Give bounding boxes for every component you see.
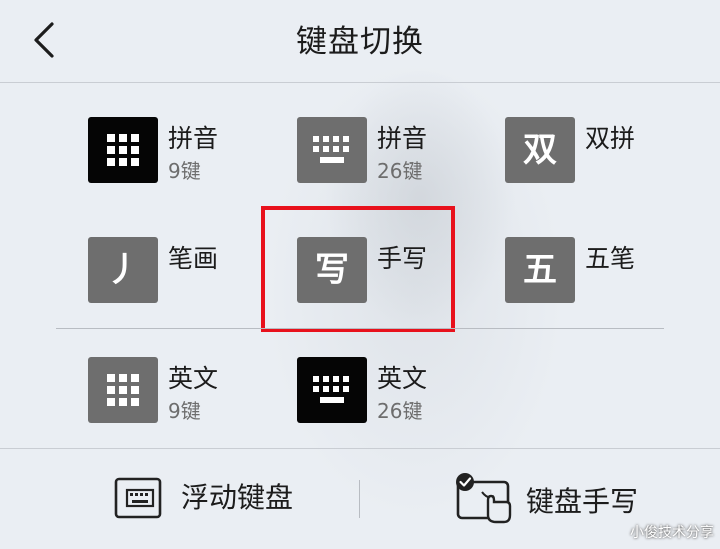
keyboard-option-sublabel: 26键 (377, 159, 423, 183)
keyboard-handwriting-label: 键盘手写 (526, 485, 639, 518)
keyboard-option-sublabel: 26键 (377, 399, 423, 423)
handwriting-icon: 写 (297, 237, 367, 303)
keyboard-option-sublabel: 9键 (168, 159, 201, 183)
grid-9-icon (88, 117, 158, 183)
keyboard-handwriting-button[interactable]: 键盘手写 (452, 470, 652, 526)
keyboard-option-label: 手写 (377, 244, 428, 273)
floating-keyboard-button[interactable]: 浮动键盘 (114, 476, 304, 520)
wubi-icon: 五 (505, 237, 575, 303)
header: 键盘切换 (0, 0, 720, 83)
keyboard-option-label: 双拼 (585, 124, 636, 153)
keyboard-option-english-9[interactable]: 英文 9键 (88, 357, 248, 423)
stroke-icon: 丿 (88, 237, 158, 303)
grid-9-icon (88, 357, 158, 423)
section-divider (56, 328, 664, 329)
keyboard-option-label: 英文 (168, 364, 219, 393)
keyboard-option-label: 笔画 (168, 244, 219, 273)
keyboard-option-pinyin-9[interactable]: 拼音 9键 (88, 117, 248, 183)
keyboard-option-wubi[interactable]: 五 五笔 (505, 237, 665, 303)
keyboard-option-english-26[interactable]: 英文 26键 (297, 357, 457, 423)
keyboard-option-sublabel: 9键 (168, 399, 201, 423)
keyboard-option-label: 五笔 (585, 244, 636, 273)
floating-keyboard-icon (114, 477, 162, 519)
watermark: 小俊技术分享 (630, 525, 714, 541)
bottom-separator (359, 480, 360, 518)
keyboard-26-icon (297, 357, 367, 423)
keyboard-handwriting-icon (456, 473, 512, 524)
keyboard-option-shuangpin[interactable]: 双 双拼 (505, 117, 665, 183)
shuangpin-icon: 双 (505, 117, 575, 183)
keyboard-26-icon (297, 117, 367, 183)
keyboard-option-label: 拼音 (168, 124, 219, 153)
page-title: 键盘切换 (296, 24, 424, 60)
keyboard-option-pinyin-26[interactable]: 拼音 26键 (297, 117, 457, 183)
keyboard-option-label: 英文 (377, 364, 428, 393)
keyboard-option-shouxie[interactable]: 写 手写 (297, 237, 447, 303)
keyboard-option-bihua[interactable]: 丿 笔画 (88, 237, 248, 303)
floating-keyboard-label: 浮动键盘 (181, 481, 294, 514)
keyboard-option-label: 拼音 (377, 124, 428, 153)
